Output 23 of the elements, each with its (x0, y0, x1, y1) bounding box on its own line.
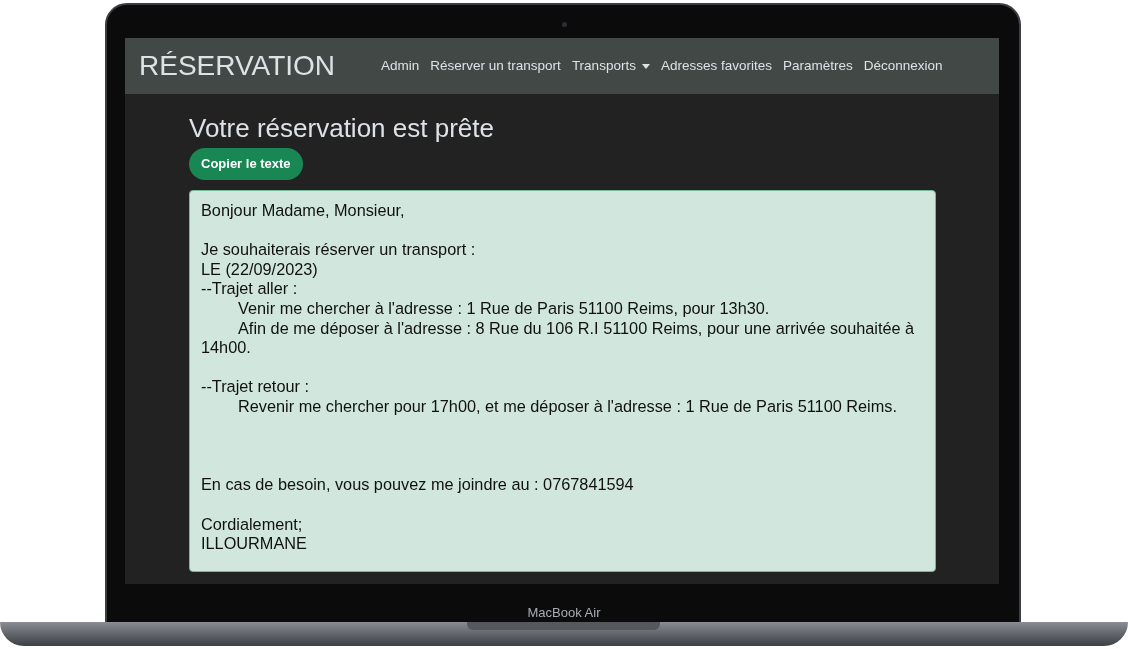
caret-icon (641, 63, 650, 69)
message-line: LE (22/09/2023) (201, 259, 319, 280)
nav-link[interactable]: Réserver un transport (430, 55, 561, 77)
message-line: Je souhaiterais réserver un transport : (201, 240, 477, 260)
brand-title[interactable]: RÉSERVATION (139, 45, 336, 87)
message-line: Cordialement; (201, 514, 304, 535)
device-label: MacBook Air (526, 604, 602, 622)
nav-link[interactable]: Déconnexion (863, 55, 943, 77)
message-line: ILLOURMANE (201, 534, 308, 554)
nav-link[interactable]: Paramètres (782, 55, 853, 77)
page-title: Votre réservation est prête (189, 112, 495, 144)
message-line: --Trajet aller : (201, 279, 299, 299)
nav-link[interactable]: Adresses favorites (660, 55, 772, 77)
message-line: Afin de me déposer à l'adresse : 8 Rue du 106 R.I 51100 Reims, pour une arrivée souhaitée à 14h00. (201, 318, 916, 358)
copy-text-button[interactable]: Copier le texte (189, 148, 303, 180)
message-line: Bonjour Madame, Monsieur, (201, 201, 406, 221)
camera-icon (562, 22, 567, 27)
message-line: En cas de besoin, vous pouvez me joindre au : 0767841594 (201, 475, 635, 495)
nav-link[interactable]: Admin (381, 55, 420, 77)
nav-dropdown[interactable]: Transports (571, 55, 650, 77)
message-line: Venir me chercher à l'adresse : 1 Rue de Paris 51100 Reims, pour 13h30. (237, 298, 771, 319)
message-line: Revenir me chercher pour 17h00, et me déposer à l'adresse : 1 Rue de Paris 51100 Reims. (237, 396, 898, 417)
message-line: --Trajet retour : (201, 377, 310, 397)
